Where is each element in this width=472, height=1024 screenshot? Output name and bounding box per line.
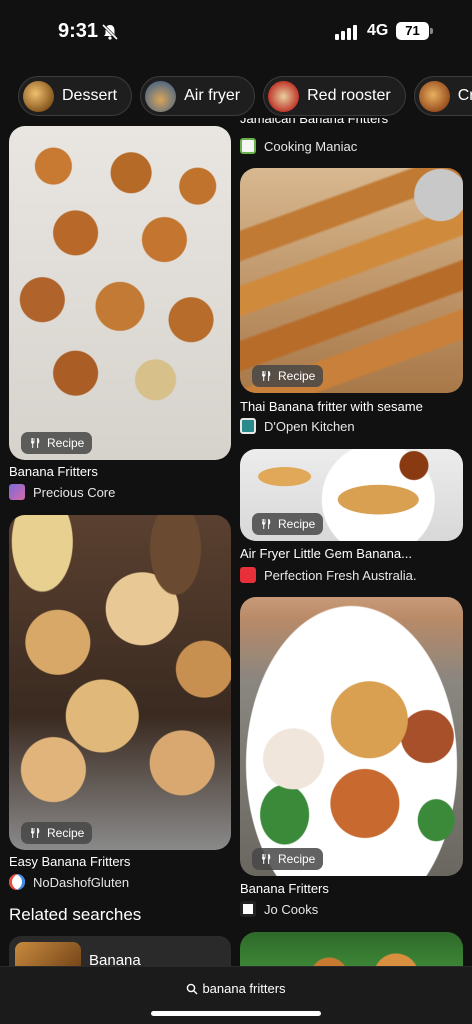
- pin-source-name: Perfection Fresh Australia.: [264, 567, 417, 583]
- recipe-badge: Recipe: [21, 822, 93, 844]
- bottom-search-bar[interactable]: banana fritters: [0, 966, 472, 1024]
- dessert-thumb-icon: [23, 80, 54, 112]
- recipe-badge-label: Recipe: [278, 369, 316, 383]
- chip-label: Cri: [457, 87, 472, 104]
- search-suggestion-chips: Dessert Air fryer Red rooster Cri: [18, 76, 472, 116]
- related-searches-heading: Related searches: [9, 905, 142, 924]
- pin-title[interactable]: Jamaican Banana Fritters: [240, 118, 462, 132]
- pin-source[interactable]: Perfection Fresh Australia.: [240, 567, 416, 583]
- recipe-badge-label: Recipe: [278, 852, 316, 866]
- chip-label: Red rooster: [307, 87, 391, 104]
- fork-knife-icon: [262, 519, 271, 529]
- pin-image[interactable]: Recipe: [240, 597, 463, 876]
- pin-source[interactable]: Jo Cooks: [240, 901, 318, 917]
- cooking-maniac-logo-icon: [240, 138, 256, 154]
- status-time: 9:31: [58, 20, 99, 42]
- recipe-badge: Recipe: [252, 513, 324, 535]
- jo-cooks-logo-icon: [240, 901, 256, 917]
- pin-source-name: Cooking Maniac: [264, 138, 358, 154]
- chip-cri[interactable]: Cri: [413, 76, 472, 116]
- red-rooster-thumb-icon: [268, 80, 300, 112]
- pin-title[interactable]: Thai Banana fritter with sesame: [240, 399, 466, 414]
- battery-cap: [430, 28, 433, 34]
- silent-bell-icon: [101, 23, 119, 41]
- pin-image[interactable]: Recipe: [240, 449, 463, 541]
- pin-source-name: Jo Cooks: [264, 901, 319, 917]
- pin-source[interactable]: D'Open Kitchen: [240, 418, 355, 434]
- search-query-text: banana fritters: [202, 981, 286, 996]
- recipe-badge: Recipe: [21, 432, 93, 454]
- home-indicator[interactable]: [151, 1011, 321, 1016]
- pin-title[interactable]: Easy Banana Fritters: [9, 854, 231, 869]
- recipe-badge: Recipe: [252, 365, 324, 387]
- recipe-badge-label: Recipe: [47, 436, 85, 450]
- fork-knife-icon: [31, 438, 40, 448]
- chip-label: Dessert: [62, 87, 118, 104]
- pin-title[interactable]: Banana Fritters: [9, 464, 231, 479]
- dopen-kitchen-logo-icon: [240, 418, 256, 434]
- battery-icon: 71: [396, 22, 429, 40]
- pin-title-text: Jamaican Banana Fritters: [240, 118, 389, 126]
- recipe-badge-label: Recipe: [47, 826, 85, 840]
- cellular-signal-icon: [335, 24, 357, 40]
- air-fryer-thumb-icon: [145, 80, 177, 112]
- fork-knife-icon: [262, 371, 271, 381]
- pin-source[interactable]: NoDashofGluten: [9, 874, 129, 890]
- search-icon: [187, 983, 198, 994]
- recipe-badge: Recipe: [252, 848, 324, 870]
- fork-knife-icon: [262, 854, 271, 864]
- perfection-fresh-logo-icon: [240, 567, 256, 583]
- chip-dessert[interactable]: Dessert: [18, 76, 133, 116]
- chip-label: Air fryer: [184, 87, 241, 104]
- pin-source-name: Precious Core: [33, 484, 116, 500]
- pin-source-name: NoDashofGluten: [33, 874, 130, 890]
- chip-red-rooster[interactable]: Red rooster: [263, 76, 406, 116]
- precious-core-logo-icon: [9, 484, 25, 500]
- pin-image[interactable]: Recipe: [9, 126, 231, 460]
- status-bar: 9:31 4G 71: [0, 0, 472, 64]
- cri-thumb-icon: [418, 80, 450, 112]
- chip-air-fryer[interactable]: Air fryer: [140, 76, 256, 116]
- pin-image[interactable]: Recipe: [9, 515, 231, 850]
- pin-source[interactable]: Precious Core: [9, 484, 115, 500]
- pin-image[interactable]: Recipe: [240, 168, 463, 393]
- pin-title[interactable]: Air Fryer Little Gem Banana...: [240, 546, 466, 561]
- pin-source-name: D'Open Kitchen: [264, 418, 355, 434]
- pin-source[interactable]: Cooking Maniac: [240, 138, 357, 154]
- search-query[interactable]: banana fritters: [0, 981, 472, 996]
- nodashofgluten-logo-icon: [9, 874, 25, 890]
- pin-title[interactable]: Banana Fritters: [240, 881, 466, 896]
- network-type: 4G: [367, 22, 389, 39]
- recipe-badge-label: Recipe: [278, 517, 316, 531]
- fork-knife-icon: [31, 828, 40, 838]
